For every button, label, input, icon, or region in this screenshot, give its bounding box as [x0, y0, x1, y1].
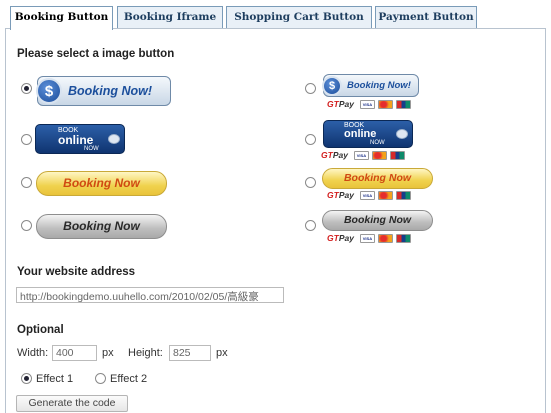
booking-now-gold-button-image[interactable]: Booking Now — [36, 171, 167, 196]
generate-code-button[interactable]: Generate the code — [16, 395, 128, 412]
dollar-coin-icon: $ — [322, 75, 342, 96]
visa-card-icon: VISA — [359, 233, 375, 243]
booking-now-grey-button-image[interactable]: Booking Now — [36, 214, 167, 239]
unionpay-card-icon — [395, 190, 411, 200]
booking-now-gold-pay-button-image[interactable]: Booking Now — [322, 168, 433, 189]
radio-button-style-2[interactable] — [21, 134, 32, 145]
unionpay-card-icon — [395, 99, 411, 109]
width-input[interactable]: 400 — [52, 345, 97, 361]
payment-methods-strip: GTPay VISA — [327, 189, 414, 201]
optional-heading: Optional — [17, 324, 64, 336]
gtpay-logo: GTPay — [327, 233, 354, 243]
radio-button-style-5[interactable] — [305, 83, 316, 94]
book-online-line3: NOW — [84, 146, 99, 152]
booking-now-grey-pay-button-image[interactable]: Booking Now — [322, 210, 433, 231]
book-online-line2: online — [58, 133, 94, 147]
booking-now-dollar-pay-button-image[interactable]: $ Booking Now! — [322, 74, 419, 97]
booking-now-label: Booking Now! — [68, 84, 153, 98]
book-online-now-button-image[interactable]: BOOK online NOW — [35, 124, 125, 154]
unionpay-card-icon — [389, 150, 405, 160]
gtpay-logo: GTPay — [321, 150, 348, 160]
effect-2-label[interactable]: Effect 2 — [110, 373, 147, 385]
booking-now-label: Booking Now! — [347, 80, 411, 91]
radio-button-style-1[interactable] — [21, 83, 32, 94]
mastercard-icon — [377, 233, 393, 243]
tab-booking-button[interactable]: Booking Button — [10, 6, 113, 30]
gtpay-logo: GTPay — [327, 190, 354, 200]
width-unit: px — [102, 347, 114, 359]
payment-methods-strip: GTPay VISA — [321, 149, 408, 161]
effect-1-label[interactable]: Effect 1 — [36, 373, 73, 385]
payment-methods-strip: GTPay VISA — [327, 98, 414, 110]
radio-button-style-3[interactable] — [21, 177, 32, 188]
book-online-line3: NOW — [370, 140, 385, 146]
radio-button-style-4[interactable] — [21, 220, 32, 231]
tab-shopping-cart-button[interactable]: Shopping Cart Button — [226, 6, 372, 28]
radio-button-style-7[interactable] — [305, 177, 316, 188]
width-label: Width: — [17, 347, 49, 359]
website-address-input[interactable]: http://bookingdemo.uuhello.com/2010/02/0… — [16, 287, 284, 303]
height-unit: px — [216, 347, 228, 359]
mouse-icon — [396, 129, 408, 139]
book-online-line2: online — [344, 128, 377, 140]
book-online-now-pay-button-image[interactable]: BOOK online NOW — [323, 120, 413, 148]
mastercard-icon — [377, 190, 393, 200]
height-label: Height: — [128, 347, 163, 359]
website-address-heading: Your website address — [17, 266, 136, 278]
height-input[interactable]: 825 — [169, 345, 211, 361]
mastercard-icon — [377, 99, 393, 109]
mastercard-icon — [371, 150, 387, 160]
dollar-coin-icon: $ — [36, 78, 62, 104]
tab-payment-button[interactable]: Payment Button — [375, 6, 477, 28]
select-heading: Please select a image button — [17, 48, 175, 60]
booking-now-dollar-button-image[interactable]: $ Booking Now! — [36, 76, 171, 106]
radio-button-style-6[interactable] — [305, 134, 316, 145]
radio-button-style-8[interactable] — [305, 220, 316, 231]
visa-card-icon: VISA — [353, 150, 369, 160]
unionpay-card-icon — [395, 233, 411, 243]
effect-2-radio[interactable] — [95, 373, 106, 384]
payment-methods-strip: GTPay VISA — [327, 232, 414, 244]
effect-1-radio[interactable] — [21, 373, 32, 384]
mouse-icon — [108, 134, 120, 144]
gtpay-logo: GTPay — [327, 99, 354, 109]
visa-card-icon: VISA — [359, 190, 375, 200]
visa-card-icon: VISA — [359, 99, 375, 109]
tab-booking-iframe[interactable]: Booking Iframe — [117, 6, 223, 28]
